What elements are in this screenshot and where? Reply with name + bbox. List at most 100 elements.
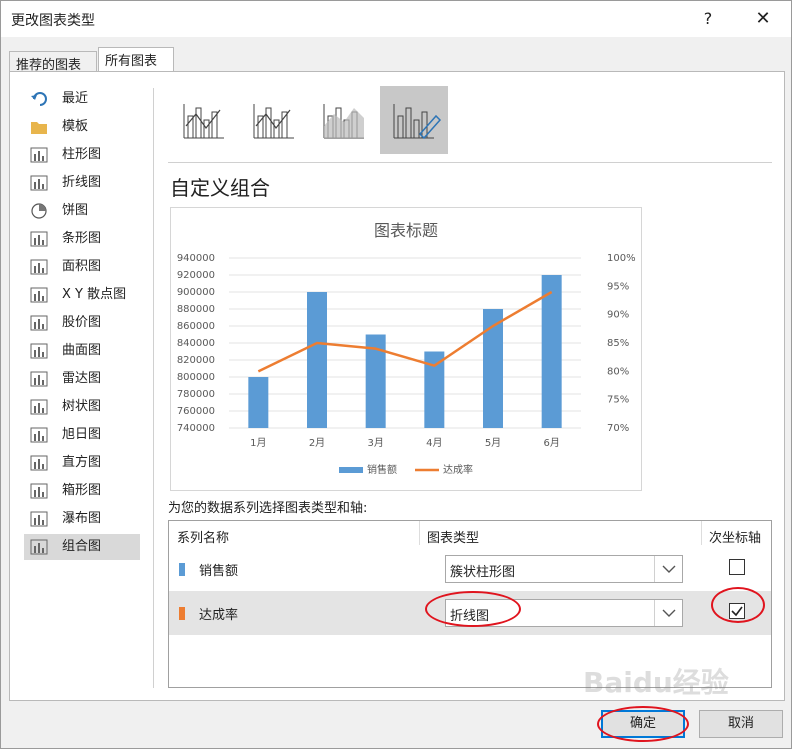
category-label: 模板	[62, 119, 89, 134]
title-bar: 更改图表类型 ? ✕	[1, 1, 791, 37]
category-label: 箱形图	[62, 483, 102, 498]
category-item[interactable]: X Y 散点图	[24, 282, 140, 308]
stock-chart-icon	[30, 315, 48, 331]
x-tick-label: 4月	[426, 437, 442, 449]
y-tick-label: 800000	[177, 372, 215, 383]
series-instruction: 为您的数据系列选择图表类型和轴:	[168, 501, 368, 516]
column-chart-icon	[30, 147, 48, 163]
chart-type-value: 簇状柱形图	[450, 565, 516, 580]
y-tick-label: 780000	[177, 389, 215, 400]
tab-all-charts[interactable]: 所有图表	[98, 47, 174, 72]
bar	[541, 275, 562, 428]
annotation-circle	[711, 587, 765, 623]
series-color-swatch	[179, 607, 185, 620]
area-chart-icon	[30, 259, 48, 275]
y2-tick-label: 90%	[607, 310, 629, 321]
category-item[interactable]: 箱形图	[24, 478, 140, 504]
y2-tick-label: 95%	[607, 281, 629, 292]
category-item[interactable]: 雷达图	[24, 366, 140, 392]
category-label: 柱形图	[62, 147, 102, 162]
secondary-axis-checkbox[interactable]	[729, 559, 745, 575]
category-item[interactable]: 面积图	[24, 254, 140, 280]
category-label: X Y 散点图	[62, 287, 127, 302]
horizontal-divider	[168, 162, 772, 163]
category-label: 饼图	[62, 203, 89, 218]
category-label: 折线图	[62, 175, 102, 190]
category-item[interactable]: 组合图	[24, 534, 140, 560]
y-tick-label: 860000	[177, 321, 215, 332]
category-item[interactable]: 饼图	[24, 198, 140, 224]
legend-label: 达成率	[443, 463, 473, 476]
undo-icon	[31, 92, 47, 106]
close-button[interactable]: ✕	[749, 5, 777, 33]
category-item[interactable]: 旭日图	[24, 422, 140, 448]
header-divider	[701, 521, 702, 545]
category-label: 最近	[62, 91, 89, 106]
combo-column-line-icon[interactable]	[170, 86, 238, 154]
category-item[interactable]: 直方图	[24, 450, 140, 476]
chart-preview: 图表标题 940000 920000 900000 880000 860000 840000…	[170, 207, 642, 491]
category-label: 股价图	[62, 315, 102, 330]
annotation-circle	[425, 591, 521, 627]
legend-label: 销售额	[367, 463, 397, 476]
category-item[interactable]: 条形图	[24, 226, 140, 252]
category-label: 旭日图	[62, 427, 102, 442]
x-tick-label: 5月	[485, 437, 501, 449]
cancel-button[interactable]: 取消	[699, 710, 783, 738]
folder-icon	[31, 122, 47, 134]
radar-chart-icon	[30, 371, 48, 387]
combo-area-column-icon[interactable]	[310, 86, 378, 154]
scatter-chart-icon	[30, 287, 48, 303]
bar	[307, 292, 327, 428]
chevron-down-icon[interactable]	[654, 600, 682, 626]
x-tick-label: 6月	[543, 437, 559, 449]
treemap-chart-icon	[30, 399, 48, 415]
category-label: 雷达图	[62, 371, 102, 386]
tab-recommended-charts[interactable]: 推荐的图表	[9, 51, 97, 73]
category-item[interactable]: 股价图	[24, 310, 140, 336]
chart-svg: 图表标题 940000 920000 900000 880000 860000 840000…	[177, 221, 636, 476]
chart-title: 图表标题	[374, 221, 438, 240]
change-chart-type-dialog: 更改图表类型 ? ✕ 推荐的图表 所有图表 最近模板柱形图折线图饼图条形图 面积图…	[0, 0, 792, 749]
category-item[interactable]: 模板	[24, 114, 140, 140]
pie-chart-icon	[31, 203, 47, 219]
category-label: 曲面图	[62, 343, 102, 358]
y-tick-label: 840000	[177, 338, 215, 349]
category-item[interactable]: 瀑布图	[24, 506, 140, 532]
header-divider	[419, 521, 420, 545]
combo-heading: 自定义组合	[170, 176, 270, 200]
series-name: 销售额	[199, 564, 239, 579]
help-button[interactable]: ?	[695, 5, 721, 33]
y2-tick-label: 100%	[607, 253, 636, 264]
header-secondary-axis: 次坐标轴	[709, 531, 762, 546]
y-tick-label: 820000	[177, 355, 215, 366]
y2-tick-label: 80%	[607, 366, 629, 377]
header-series-name: 系列名称	[177, 531, 230, 546]
y-tick-label: 940000	[177, 253, 215, 264]
combo-column-line-secondary-icon[interactable]	[240, 86, 308, 154]
category-item[interactable]: 树状图	[24, 394, 140, 420]
category-item[interactable]: 折线图	[24, 170, 140, 196]
category-label: 瀑布图	[62, 511, 102, 526]
series-name: 达成率	[199, 608, 239, 623]
histogram-chart-icon	[30, 455, 48, 471]
line-chart-icon	[30, 175, 48, 191]
chevron-down-icon[interactable]	[654, 556, 682, 582]
category-item[interactable]: 柱形图	[24, 142, 140, 168]
category-label: 组合图	[62, 539, 102, 554]
waterfall-chart-icon	[30, 511, 48, 527]
y-tick-label: 760000	[177, 406, 215, 417]
category-item[interactable]: 最近	[24, 86, 140, 112]
x-tick-label: 1月	[250, 437, 266, 449]
category-label: 树状图	[62, 399, 102, 414]
category-item[interactable]: 曲面图	[24, 338, 140, 364]
series-row-sales: 销售额 簇状柱形图	[169, 547, 771, 591]
surface-chart-icon	[30, 343, 48, 359]
y-tick-label: 900000	[177, 287, 215, 298]
x-tick-label: 3月	[367, 437, 383, 449]
custom-combo-icon[interactable]	[380, 86, 448, 154]
y2-tick-label: 70%	[607, 423, 629, 434]
chart-type-select[interactable]: 簇状柱形图	[445, 555, 683, 583]
series-color-swatch	[179, 563, 185, 576]
dialog-title: 更改图表类型	[11, 13, 95, 29]
